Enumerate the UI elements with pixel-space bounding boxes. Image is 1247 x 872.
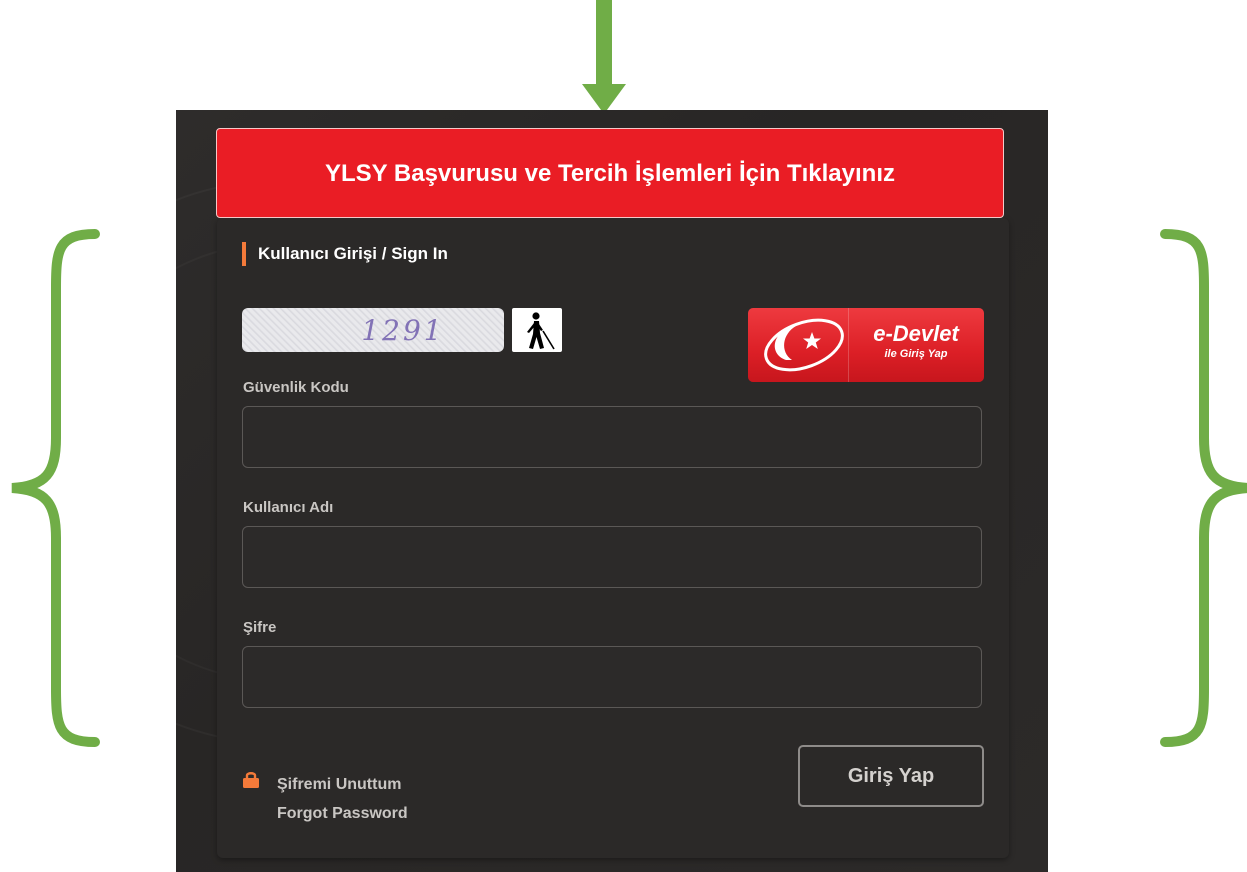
- username-label: Kullanıcı Adı: [243, 499, 334, 516]
- edevlet-divider: [848, 308, 849, 382]
- left-brace-icon: [11, 229, 100, 747]
- section-title: Kullanıcı Girişi / Sign In: [242, 242, 448, 266]
- accessibility-audio-icon: [527, 312, 555, 350]
- password-input[interactable]: [242, 646, 982, 708]
- edevlet-login-button[interactable]: e-Devlet ile Giriş Yap: [748, 308, 984, 382]
- forgot-password-tr: Şifremi Unuttum: [277, 776, 402, 793]
- security-code-label: Güvenlik Kodu: [243, 379, 349, 396]
- audio-captcha-button[interactable]: [512, 308, 562, 352]
- ylsy-application-banner[interactable]: YLSY Başvurusu ve Tercih İşlemleri İçin …: [216, 128, 1004, 218]
- captcha-image: 1291: [242, 308, 504, 352]
- lock-icon: [243, 772, 259, 788]
- down-arrow-icon: [582, 0, 626, 114]
- edevlet-title: e-Devlet: [873, 321, 959, 346]
- right-brace-icon: [1160, 229, 1247, 747]
- password-label: Şifre: [243, 619, 277, 636]
- login-submit-button[interactable]: Giriş Yap: [798, 745, 984, 807]
- username-input[interactable]: [242, 526, 982, 588]
- banner-text: YLSY Başvurusu ve Tercih İşlemleri İçin …: [324, 159, 895, 187]
- forgot-password-en: Forgot Password: [277, 805, 408, 822]
- security-code-input[interactable]: [242, 406, 982, 468]
- crescent-star-icon: [764, 318, 844, 372]
- captcha-text: 1291: [361, 313, 445, 347]
- edevlet-subtitle: ile Giriş Yap: [884, 348, 948, 360]
- forgot-password-link[interactable]: Şifremi Unuttum Forgot Password: [277, 770, 408, 828]
